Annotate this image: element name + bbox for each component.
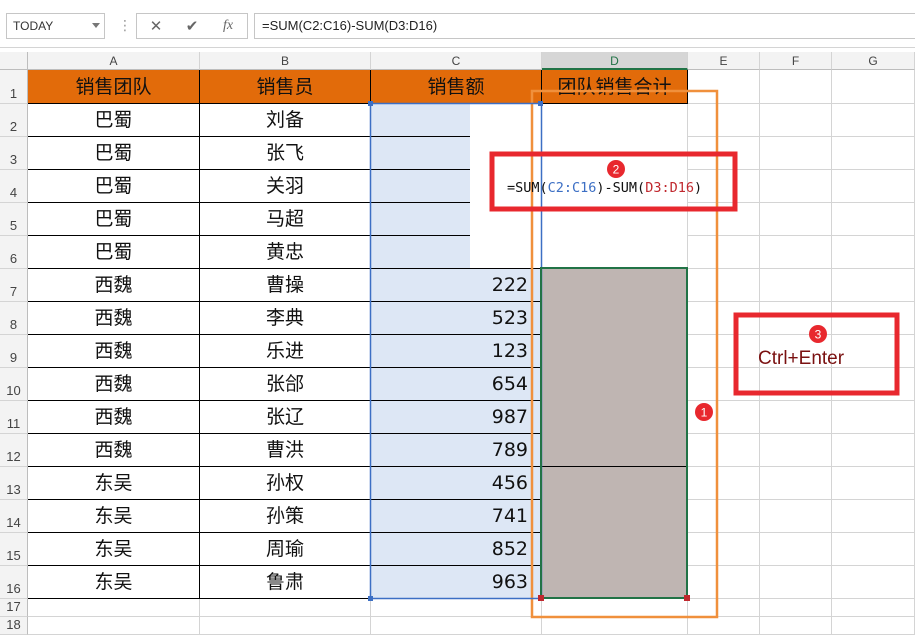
range-handle[interactable] xyxy=(368,101,373,106)
step-1-badge-text: 1 xyxy=(701,406,708,420)
step-3-badge-text: 3 xyxy=(815,328,822,342)
formula-callout-part: ) xyxy=(694,180,702,196)
annotation-layer: 1 2 3 =SUM(C2:C16)-SUM(D3:D16) Ctrl+Ente… xyxy=(368,89,900,619)
formula-callout-part: )-SUM( xyxy=(596,180,645,196)
formula-callout-range-c: C2:C16 xyxy=(548,180,597,196)
formula-callout-part: =SUM( xyxy=(507,180,548,196)
range-handle[interactable] xyxy=(368,596,373,601)
formula-callout-range-d: D3:D16 xyxy=(645,180,694,196)
shortcut-label: Ctrl+Enter xyxy=(758,348,845,369)
range-handle[interactable] xyxy=(538,101,543,106)
step-2-badge-text: 2 xyxy=(613,163,620,177)
selected-range-d-outline xyxy=(540,267,688,599)
formula-callout-text: =SUM(C2:C16)-SUM(D3:D16) xyxy=(507,180,702,196)
range-c2-c16-outline xyxy=(369,102,543,600)
range-handle[interactable] xyxy=(538,595,544,601)
range-handle[interactable] xyxy=(684,595,690,601)
